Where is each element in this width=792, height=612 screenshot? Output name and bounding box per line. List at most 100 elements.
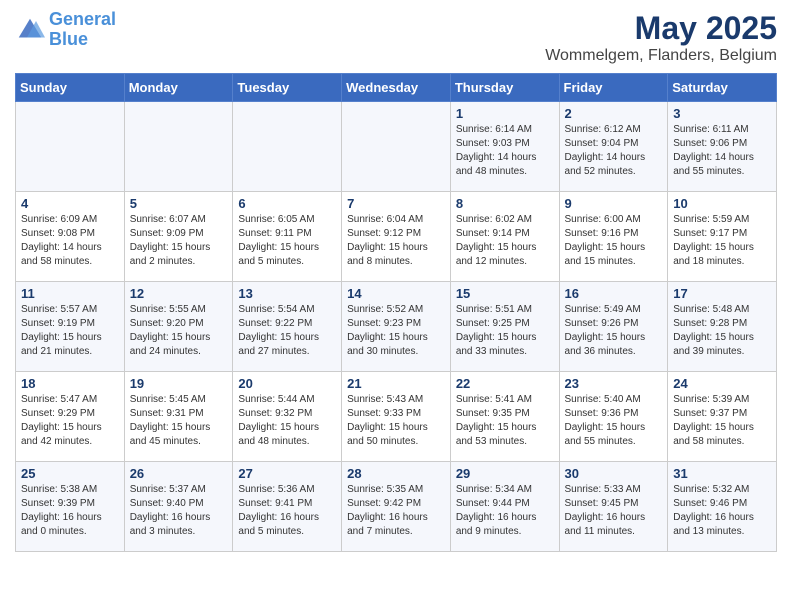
day-info: Sunrise: 5:43 AMSunset: 9:33 PMDaylight:… (347, 393, 445, 449)
day-number: 9 (565, 196, 663, 211)
day-cell-16: 16 Sunrise: 5:49 AMSunset: 9:26 PMDayligh… (559, 282, 668, 372)
day-number: 22 (456, 376, 554, 391)
logo-icon (15, 15, 45, 45)
day-info: Sunrise: 5:47 AMSunset: 9:29 PMDaylight:… (21, 393, 119, 449)
day-cell-24: 24 Sunrise: 5:39 AMSunset: 9:37 PMDayligh… (668, 372, 777, 462)
day-cell-14: 14 Sunrise: 5:52 AMSunset: 9:23 PMDayligh… (342, 282, 451, 372)
day-number: 12 (130, 286, 228, 301)
day-number: 31 (673, 466, 771, 481)
week-row-2: 4 Sunrise: 6:09 AMSunset: 9:08 PMDaylight… (16, 192, 777, 282)
day-cell-19: 19 Sunrise: 5:45 AMSunset: 9:31 PMDayligh… (124, 372, 233, 462)
day-info: Sunrise: 5:52 AMSunset: 9:23 PMDaylight:… (347, 303, 445, 359)
day-cell-2: 2 Sunrise: 6:12 AMSunset: 9:04 PMDaylight… (559, 102, 668, 192)
empty-cell (16, 102, 125, 192)
weekday-header-friday: Friday (559, 74, 668, 102)
title-block: May 2025 Wommelgem, Flanders, Belgium (545, 10, 777, 65)
day-info: Sunrise: 6:04 AMSunset: 9:12 PMDaylight:… (347, 213, 445, 269)
day-cell-11: 11 Sunrise: 5:57 AMSunset: 9:19 PMDayligh… (16, 282, 125, 372)
day-cell-10: 10 Sunrise: 5:59 AMSunset: 9:17 PMDayligh… (668, 192, 777, 282)
day-cell-20: 20 Sunrise: 5:44 AMSunset: 9:32 PMDayligh… (233, 372, 342, 462)
day-number: 14 (347, 286, 445, 301)
day-number: 20 (238, 376, 336, 391)
calendar-page: General Blue May 2025 Wommelgem, Flander… (0, 0, 792, 562)
day-info: Sunrise: 5:38 AMSunset: 9:39 PMDaylight:… (21, 483, 119, 539)
day-cell-12: 12 Sunrise: 5:55 AMSunset: 9:20 PMDayligh… (124, 282, 233, 372)
day-number: 5 (130, 196, 228, 211)
day-cell-15: 15 Sunrise: 5:51 AMSunset: 9:25 PMDayligh… (450, 282, 559, 372)
day-cell-29: 29 Sunrise: 5:34 AMSunset: 9:44 PMDayligh… (450, 462, 559, 552)
day-cell-17: 17Sunrise: 5:48 AMSunset: 9:28 PMDayligh… (668, 282, 777, 372)
week-row-3: 11 Sunrise: 5:57 AMSunset: 9:19 PMDayligh… (16, 282, 777, 372)
day-number: 2 (565, 106, 663, 121)
day-cell-5: 5 Sunrise: 6:07 AMSunset: 9:09 PMDaylight… (124, 192, 233, 282)
day-number: 13 (238, 286, 336, 301)
day-info: Sunrise: 5:37 AMSunset: 9:40 PMDaylight:… (130, 483, 228, 539)
day-cell-28: 28 Sunrise: 5:35 AMSunset: 9:42 PMDayligh… (342, 462, 451, 552)
weekday-header-monday: Monday (124, 74, 233, 102)
day-number: 23 (565, 376, 663, 391)
day-cell-9: 9 Sunrise: 6:00 AMSunset: 9:16 PMDaylight… (559, 192, 668, 282)
day-cell-23: 23 Sunrise: 5:40 AMSunset: 9:36 PMDayligh… (559, 372, 668, 462)
day-info: Sunrise: 5:54 AMSunset: 9:22 PMDaylight:… (238, 303, 336, 359)
week-row-5: 25 Sunrise: 5:38 AMSunset: 9:39 PMDayligh… (16, 462, 777, 552)
day-info: Sunrise: 6:07 AMSunset: 9:09 PMDaylight:… (130, 213, 228, 269)
day-cell-31: 31 Sunrise: 5:32 AMSunset: 9:46 PMDayligh… (668, 462, 777, 552)
weekday-header-saturday: Saturday (668, 74, 777, 102)
day-number: 27 (238, 466, 336, 481)
day-number: 11 (21, 286, 119, 301)
day-info: Sunrise: 5:35 AMSunset: 9:42 PMDaylight:… (347, 483, 445, 539)
day-cell-13: 13 Sunrise: 5:54 AMSunset: 9:22 PMDayligh… (233, 282, 342, 372)
day-info: Sunrise: 6:14 AMSunset: 9:03 PMDaylight:… (456, 123, 554, 179)
day-info: Sunrise: 5:59 AMSunset: 9:17 PMDaylight:… (673, 213, 771, 269)
day-info: Sunrise: 5:34 AMSunset: 9:44 PMDaylight:… (456, 483, 554, 539)
day-number: 10 (673, 196, 771, 211)
day-info: Sunrise: 5:55 AMSunset: 9:20 PMDaylight:… (130, 303, 228, 359)
day-info: Sunrise: 5:44 AMSunset: 9:32 PMDaylight:… (238, 393, 336, 449)
day-info: Sunrise: 6:02 AMSunset: 9:14 PMDaylight:… (456, 213, 554, 269)
day-number: 26 (130, 466, 228, 481)
location: Wommelgem, Flanders, Belgium (545, 47, 777, 65)
day-cell-18: 18Sunrise: 5:47 AMSunset: 9:29 PMDayligh… (16, 372, 125, 462)
calendar-table: SundayMondayTuesdayWednesdayThursdayFrid… (15, 73, 777, 552)
day-number: 6 (238, 196, 336, 211)
day-cell-26: 26 Sunrise: 5:37 AMSunset: 9:40 PMDayligh… (124, 462, 233, 552)
empty-cell (124, 102, 233, 192)
day-info: Sunrise: 5:41 AMSunset: 9:35 PMDaylight:… (456, 393, 554, 449)
day-info: Sunrise: 5:39 AMSunset: 9:37 PMDaylight:… (673, 393, 771, 449)
day-number: 28 (347, 466, 445, 481)
day-info: Sunrise: 6:09 AMSunset: 9:08 PMDaylight:… (21, 213, 119, 269)
weekday-header-tuesday: Tuesday (233, 74, 342, 102)
day-number: 4 (21, 196, 119, 211)
day-info: Sunrise: 5:32 AMSunset: 9:46 PMDaylight:… (673, 483, 771, 539)
day-cell-30: 30Sunrise: 5:33 AMSunset: 9:45 PMDayligh… (559, 462, 668, 552)
day-info: Sunrise: 5:51 AMSunset: 9:25 PMDaylight:… (456, 303, 554, 359)
day-info: Sunrise: 6:12 AMSunset: 9:04 PMDaylight:… (565, 123, 663, 179)
day-number: 29 (456, 466, 554, 481)
logo-blue: Blue (49, 29, 88, 49)
day-info: Sunrise: 5:36 AMSunset: 9:41 PMDaylight:… (238, 483, 336, 539)
day-info: Sunrise: 6:00 AMSunset: 9:16 PMDaylight:… (565, 213, 663, 269)
day-info: Sunrise: 6:11 AMSunset: 9:06 PMDaylight:… (673, 123, 771, 179)
day-info: Sunrise: 5:57 AMSunset: 9:19 PMDaylight:… (21, 303, 119, 359)
day-info: Sunrise: 5:40 AMSunset: 9:36 PMDaylight:… (565, 393, 663, 449)
day-info: Sunrise: 5:45 AMSunset: 9:31 PMDaylight:… (130, 393, 228, 449)
day-cell-21: 21 Sunrise: 5:43 AMSunset: 9:33 PMDayligh… (342, 372, 451, 462)
day-number: 17 (673, 286, 771, 301)
day-cell-25: 25 Sunrise: 5:38 AMSunset: 9:39 PMDayligh… (16, 462, 125, 552)
day-number: 16 (565, 286, 663, 301)
day-cell-7: 7Sunrise: 6:04 AMSunset: 9:12 PMDaylight… (342, 192, 451, 282)
empty-cell (342, 102, 451, 192)
day-number: 19 (130, 376, 228, 391)
day-number: 24 (673, 376, 771, 391)
day-info: Sunrise: 5:33 AMSunset: 9:45 PMDaylight:… (565, 483, 663, 539)
weekday-header-row: SundayMondayTuesdayWednesdayThursdayFrid… (16, 74, 777, 102)
day-number: 21 (347, 376, 445, 391)
weekday-header-wednesday: Wednesday (342, 74, 451, 102)
day-info: Sunrise: 5:49 AMSunset: 9:26 PMDaylight:… (565, 303, 663, 359)
day-cell-4: 4 Sunrise: 6:09 AMSunset: 9:08 PMDaylight… (16, 192, 125, 282)
day-number: 25 (21, 466, 119, 481)
day-cell-3: 3Sunrise: 6:11 AMSunset: 9:06 PMDaylight… (668, 102, 777, 192)
day-cell-22: 22 Sunrise: 5:41 AMSunset: 9:35 PMDayligh… (450, 372, 559, 462)
day-number: 15 (456, 286, 554, 301)
weekday-header-sunday: Sunday (16, 74, 125, 102)
